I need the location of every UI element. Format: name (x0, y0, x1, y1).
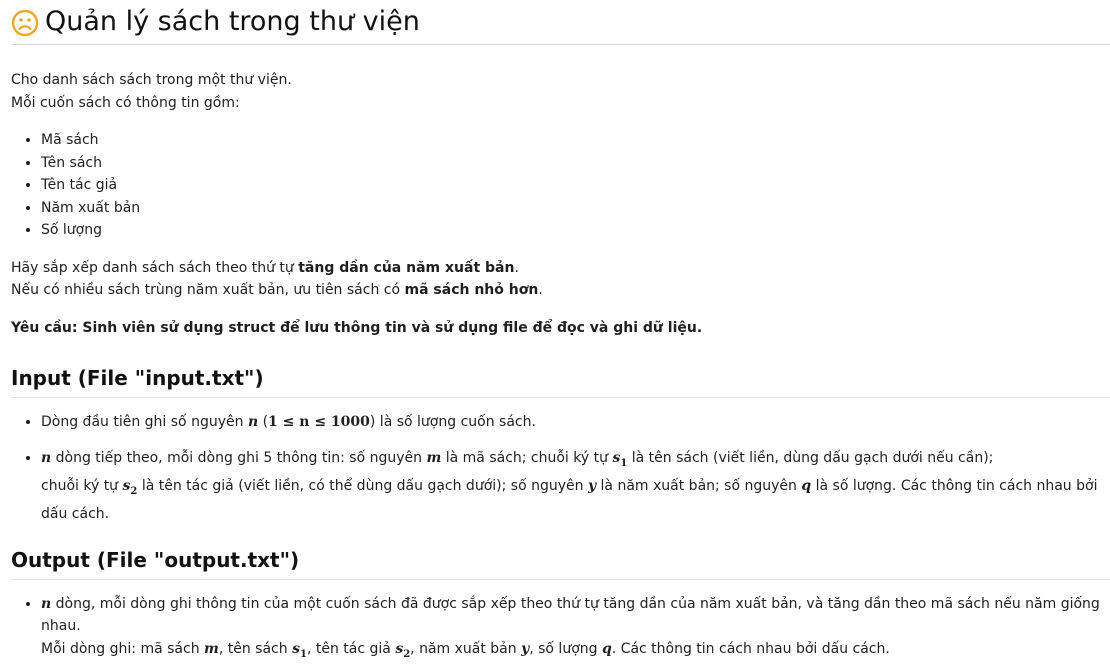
sort-rule-line-2: Nếu có nhiều sách trùng năm xuất bản, ưu… (11, 279, 1110, 302)
list-item: Tên tác giả (41, 174, 1110, 197)
math-var: y (521, 640, 530, 657)
text: . Các thông tin cách nhau bởi dấu cách. (611, 640, 890, 657)
text: là tên tác giả (viết liền, có thể dùng d… (137, 477, 588, 494)
title-row: Quản lý sách trong thư viện (11, 0, 1110, 45)
math-sub: 1 (299, 648, 307, 660)
text: , số lượng (529, 640, 602, 657)
list-item: Mã sách (41, 129, 1110, 152)
math-var: n (247, 414, 259, 430)
math-var: q (801, 477, 812, 494)
text: , năm xuất bản (410, 640, 522, 657)
list-item: Tên sách (41, 152, 1110, 175)
math-var: n (41, 449, 52, 466)
input-list: Dòng đầu tiên ghi số nguyên n (1 ≤ n ≤ 1… (11, 411, 1110, 526)
list-item: n dòng, mỗi dòng ghi thông tin của một c… (41, 593, 1110, 666)
list-item: Số lượng (41, 219, 1110, 242)
text: , tên tác giả (306, 640, 396, 657)
text: là số lượng cuốn sách. (375, 414, 536, 430)
text: là mã sách; chuỗi ký tự (441, 449, 613, 466)
input-heading: Input (File "input.txt") (11, 363, 1110, 398)
requirement-note: Yêu cầu: Sinh viên sử dụng struct để lưu… (11, 319, 703, 336)
text: , tên sách (218, 640, 293, 657)
text: chuỗi ký tự (41, 477, 123, 494)
emphasis: mã sách nhỏ hơn (404, 282, 539, 298)
math-var: s (395, 640, 404, 657)
math-var: y (587, 477, 597, 494)
output-list: n dòng, mỗi dòng ghi thông tin của một c… (11, 593, 1110, 666)
text: Dòng đầu tiên ghi số nguyên (41, 414, 248, 430)
output-heading: Output (File "output.txt") (11, 545, 1110, 580)
list-item: Năm xuất bản (41, 197, 1110, 220)
sort-rule-line-1: Hãy sắp xếp danh sách sách theo thứ tự t… (11, 257, 1110, 280)
emphasis: tăng dần của năm xuất bản (298, 259, 515, 276)
intro-line-1: Cho danh sách sách trong một thư viện. (11, 72, 292, 88)
list-item: n dòng tiếp theo, mỗi dòng ghi 5 thông t… (41, 447, 1110, 526)
page-title: Quản lý sách trong thư viện (45, 6, 420, 37)
text: ( (258, 414, 269, 430)
text: dòng tiếp theo, mỗi dòng ghi 5 thông tin… (51, 449, 427, 466)
text: . (538, 282, 543, 298)
intro: Cho danh sách sách trong một thư viện. M… (11, 69, 1110, 114)
math-sub: 2 (403, 648, 411, 660)
sad-face-icon (11, 9, 39, 36)
text: là năm xuất bản; số nguyên (596, 477, 802, 494)
math-expr: 1 ≤ n ≤ 1000 (268, 414, 370, 430)
list-item: Dòng đầu tiên ghi số nguyên n (1 ≤ n ≤ 1… (41, 411, 1110, 434)
math-var: q (601, 640, 612, 657)
text: . (514, 259, 519, 276)
math-var: s (292, 640, 300, 657)
text: Mỗi dòng ghi: mã sách (41, 640, 205, 657)
text: là tên sách (viết liền, dùng dấu gạch dư… (627, 449, 994, 466)
math-var: m (204, 640, 219, 657)
text: Nếu có nhiều sách trùng năm xuất bản, ưu… (11, 282, 405, 298)
book-field-list: Mã sách Tên sách Tên tác giả Năm xuất bả… (11, 129, 1110, 242)
math-var: m (426, 449, 442, 466)
problem-page: Quản lý sách trong thư viện Cho danh sác… (0, 0, 1110, 666)
sort-rule: Hãy sắp xếp danh sách sách theo thứ tự t… (11, 257, 1110, 302)
text: Hãy sắp xếp danh sách sách theo thứ tự (11, 259, 299, 276)
math-var: n (41, 595, 52, 612)
intro-line-2: Mỗi cuốn sách có thông tin gồm: (11, 94, 240, 111)
text: dòng, mỗi dòng ghi thông tin của một cuố… (41, 595, 1100, 635)
